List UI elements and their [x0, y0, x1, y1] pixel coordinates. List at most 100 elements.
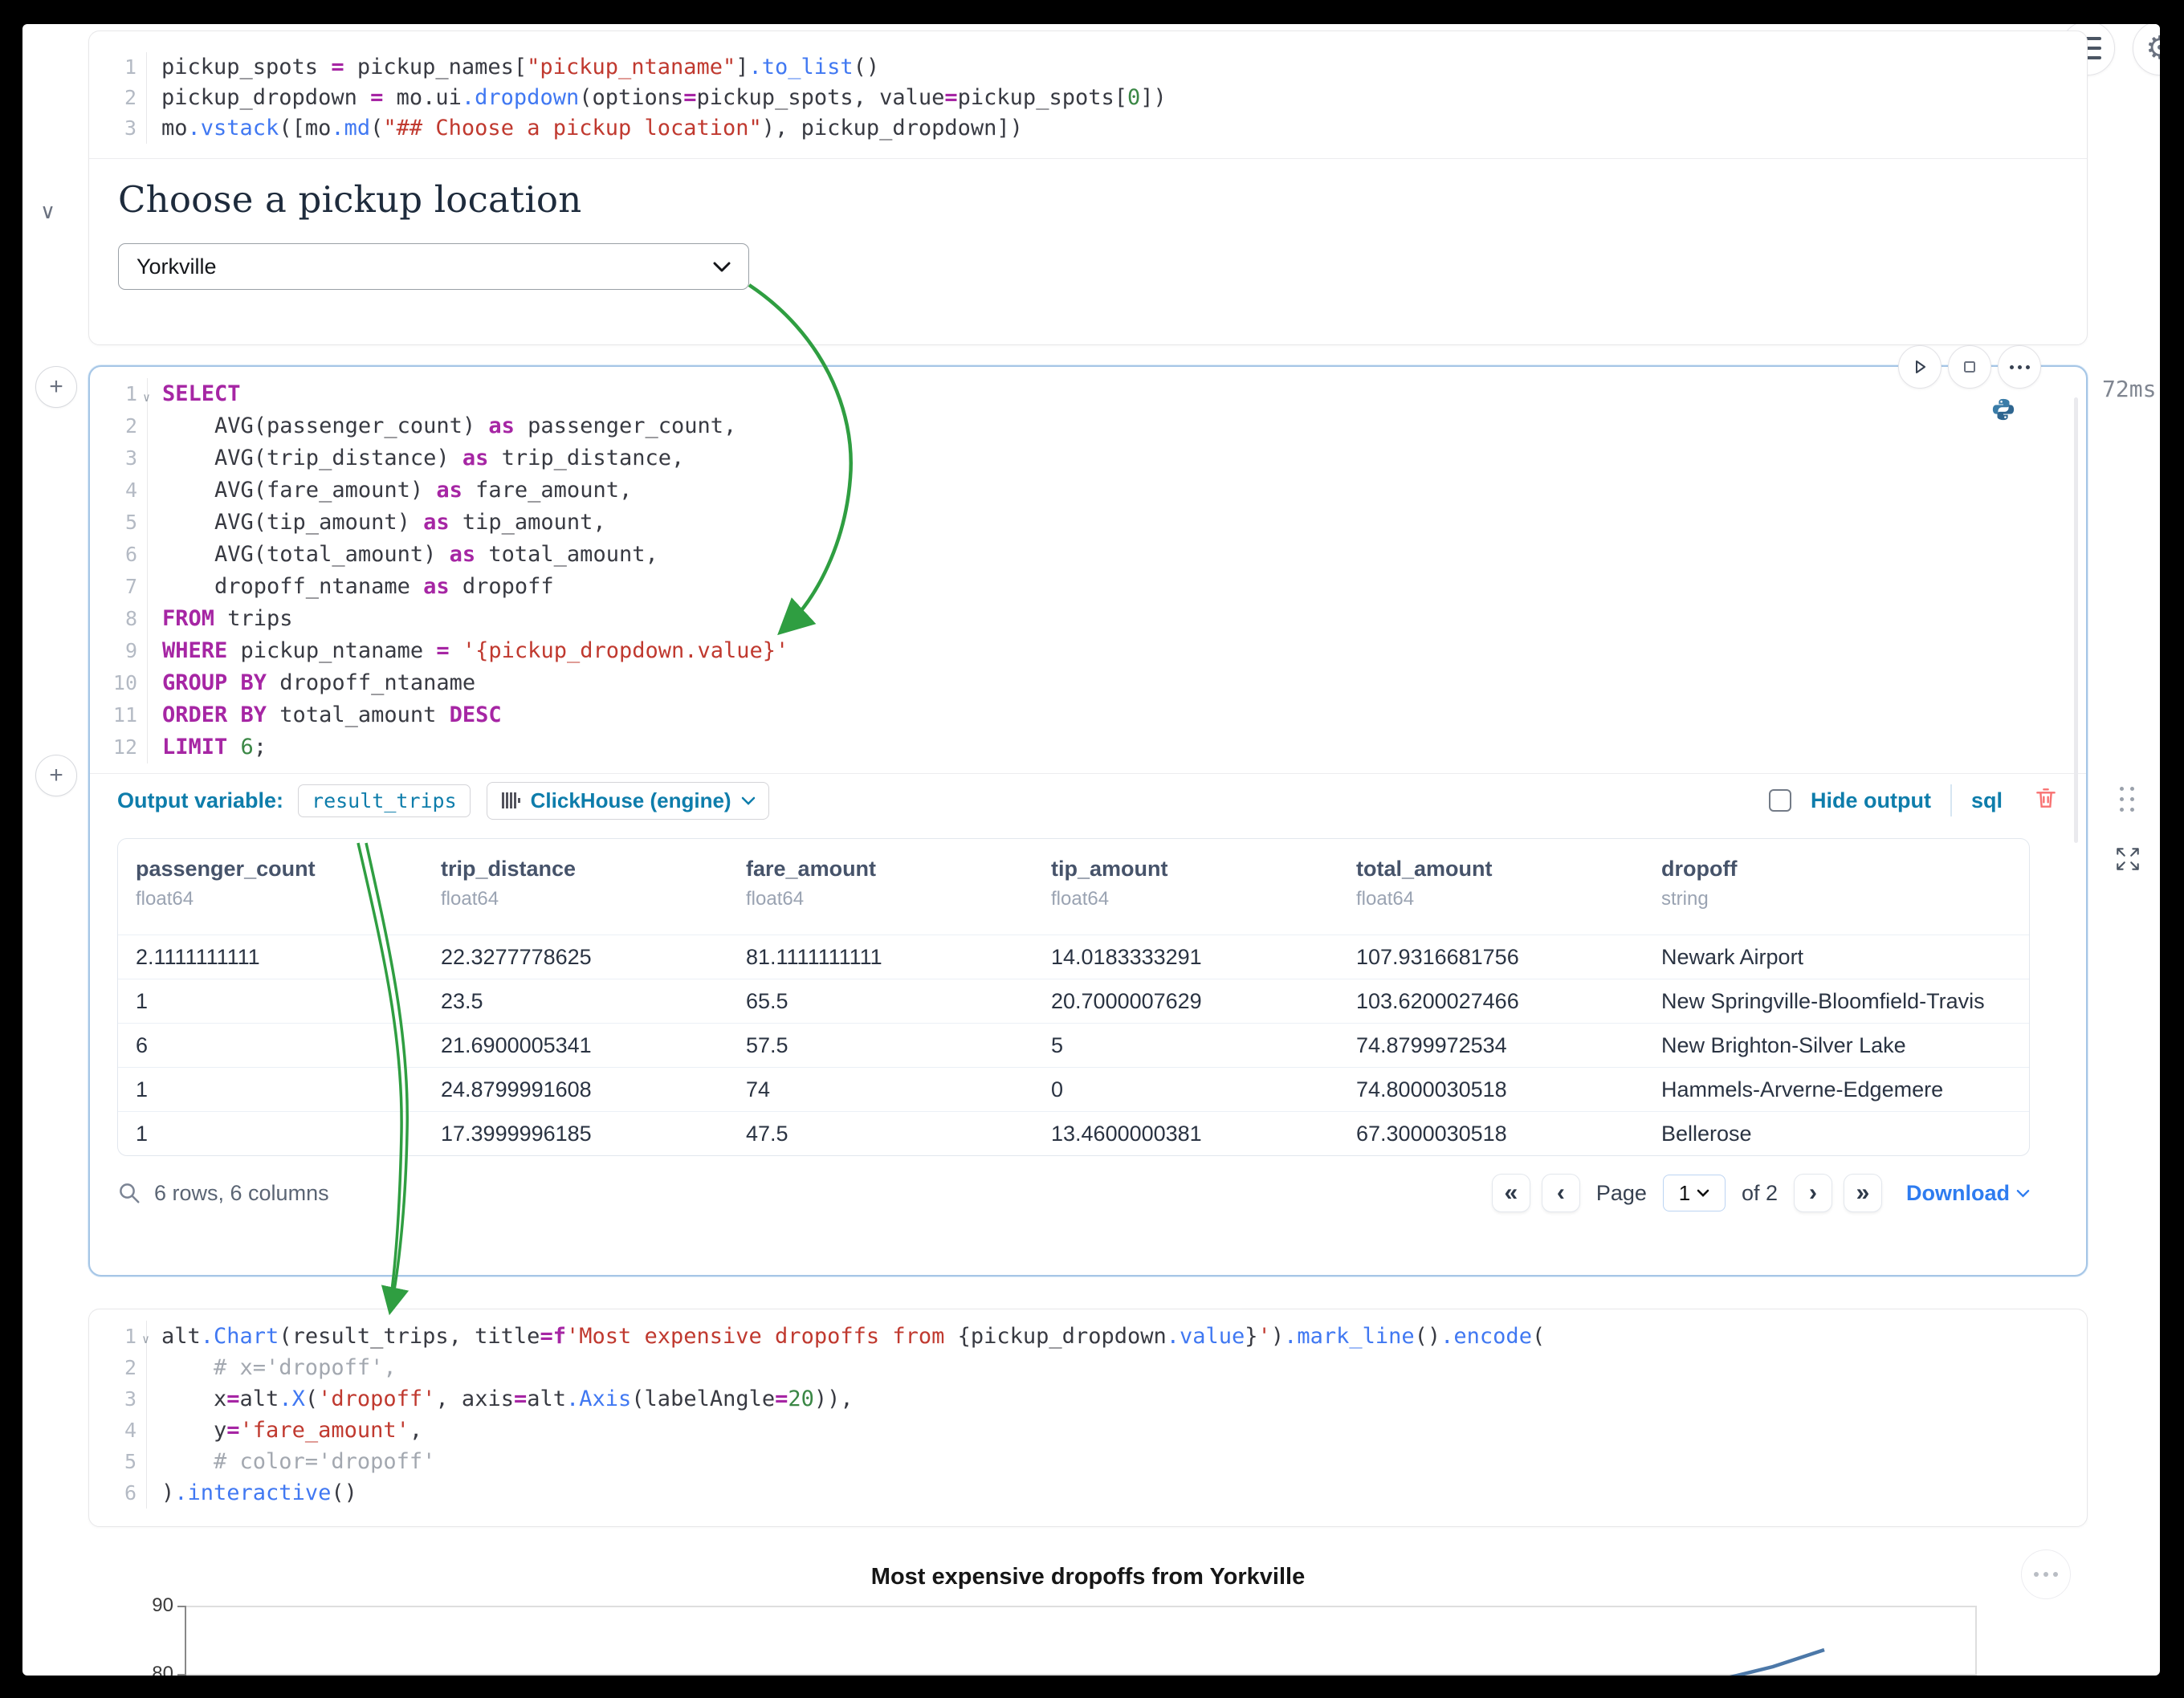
- line-number: 2: [90, 410, 148, 442]
- table-cell: 22.3277778625: [423, 935, 728, 979]
- table-cell: New Brighton-Silver Lake: [1644, 1023, 2029, 1067]
- cell-collapse-chevron[interactable]: ∨: [40, 199, 55, 224]
- chart-more-button[interactable]: [2021, 1549, 2071, 1599]
- line-number: 10: [90, 667, 148, 699]
- code-text: SELECT: [148, 378, 241, 410]
- table-cell: 1: [118, 1067, 423, 1111]
- table-row[interactable]: 117.399999618547.513.460000038167.300003…: [118, 1111, 2029, 1155]
- delete-cell-button[interactable]: [2033, 785, 2059, 816]
- code-line[interactable]: 9WHERE pickup_ntaname = '{pickup_dropdow…: [90, 635, 2086, 667]
- table-cell: 24.8799991608: [423, 1067, 728, 1111]
- table-cell: 13.4600000381: [1033, 1111, 1339, 1155]
- fullscreen-icon: [2113, 845, 2142, 873]
- sql-cell[interactable]: 1∨SELECT2 AVG(passenger_count) as passen…: [88, 365, 2088, 1277]
- gear-icon: ⚙: [2145, 30, 2160, 67]
- code-text: AVG(tip_amount) as tip_amount,: [148, 507, 606, 539]
- code-editor[interactable]: 1∨alt.Chart(result_trips, title=f'Most e…: [89, 1309, 2087, 1509]
- code-line[interactable]: 6).interactive(): [89, 1477, 2087, 1509]
- pickup-location-dropdown[interactable]: Yorkville: [118, 243, 749, 290]
- fold-chevron-icon[interactable]: ∨: [142, 1324, 149, 1355]
- language-badge[interactable]: sql: [1971, 788, 2003, 813]
- stop-cell-button[interactable]: [1948, 345, 1991, 389]
- page-select[interactable]: 1: [1663, 1175, 1726, 1211]
- y-tick-80: 80: [127, 1663, 173, 1676]
- table-cell: 1: [118, 979, 423, 1023]
- code-text: alt.Chart(result_trips, title=f'Most exp…: [147, 1321, 1545, 1352]
- add-cell-button-top[interactable]: +: [35, 366, 77, 408]
- table-row[interactable]: 621.690000534157.5574.8799972534New Brig…: [118, 1023, 2029, 1067]
- code-line[interactable]: 3mo.vstack([mo.md("## Choose a pickup lo…: [89, 113, 2087, 144]
- code-text: AVG(trip_distance) as trip_distance,: [148, 442, 684, 474]
- hide-output-label[interactable]: Hide output: [1811, 788, 1931, 813]
- next-page-button[interactable]: ›: [1794, 1174, 1832, 1212]
- column-header[interactable]: dropoffstring: [1644, 839, 2029, 935]
- code-line[interactable]: 5 AVG(tip_amount) as tip_amount,: [90, 507, 2086, 539]
- drag-handle[interactable]: [2120, 787, 2134, 812]
- column-header[interactable]: trip_distancefloat64: [423, 839, 728, 935]
- cell-scrollbar[interactable]: [2074, 397, 2078, 843]
- code-line[interactable]: 7 dropoff_ntaname as dropoff: [90, 571, 2086, 603]
- code-line[interactable]: 2 AVG(passenger_count) as passenger_coun…: [90, 410, 2086, 442]
- code-editor[interactable]: 1pickup_spots = pickup_names["pickup_nta…: [89, 31, 2087, 158]
- table-footer: 6 rows, 6 columns « ‹ Page 1 of 2 › » Do…: [117, 1174, 2030, 1212]
- engine-label: ClickHouse (engine): [531, 788, 731, 813]
- code-line[interactable]: 8FROM trips: [90, 603, 2086, 635]
- last-page-button[interactable]: »: [1844, 1174, 1882, 1212]
- table-row[interactable]: 124.879999160874074.8000030518Hammels-Ar…: [118, 1067, 2029, 1111]
- search-icon[interactable]: [117, 1181, 141, 1205]
- code-text: mo.vstack([mo.md("## Choose a pickup loc…: [147, 113, 1023, 144]
- output-variable-name[interactable]: result_trips: [298, 784, 471, 817]
- code-line[interactable]: 11ORDER BY total_amount DESC: [90, 699, 2086, 731]
- code-text: pickup_dropdown = mo.ui.dropdown(options…: [147, 83, 1167, 113]
- code-line[interactable]: 4 y='fare_amount',: [89, 1415, 2087, 1446]
- output-heading: Choose a pickup location: [118, 178, 2087, 221]
- run-cell-button[interactable]: [1898, 345, 1942, 389]
- chevron-down-icon: [741, 796, 756, 805]
- code-line[interactable]: 5 # color='dropoff': [89, 1446, 2087, 1477]
- gridline-80: [185, 1674, 1975, 1676]
- line-number: 1: [89, 52, 147, 83]
- code-line[interactable]: 2 # x='dropoff',: [89, 1352, 2087, 1383]
- fold-chevron-icon[interactable]: ∨: [143, 381, 150, 413]
- sql-editor[interactable]: 1∨SELECT2 AVG(passenger_count) as passen…: [90, 367, 2086, 763]
- code-line[interactable]: 6 AVG(total_amount) as total_amount,: [90, 539, 2086, 571]
- code-line[interactable]: 10GROUP BY dropoff_ntaname: [90, 667, 2086, 699]
- column-header[interactable]: tip_amountfloat64: [1033, 839, 1339, 935]
- add-cell-button-bottom[interactable]: +: [35, 755, 77, 796]
- code-line[interactable]: 1pickup_spots = pickup_names["pickup_nta…: [89, 52, 2087, 83]
- column-header[interactable]: passenger_countfloat64: [118, 839, 423, 935]
- code-text: # color='dropoff': [147, 1446, 435, 1477]
- code-line[interactable]: 1∨SELECT: [90, 378, 2086, 410]
- table-cell: 65.5: [728, 979, 1033, 1023]
- python-cell-dropdown[interactable]: 1pickup_spots = pickup_names["pickup_nta…: [88, 31, 2088, 345]
- code-line[interactable]: 1∨alt.Chart(result_trips, title=f'Most e…: [89, 1321, 2087, 1352]
- python-cell-chart[interactable]: 1∨alt.Chart(result_trips, title=f'Most e…: [88, 1309, 2088, 1527]
- code-line[interactable]: 12LIMIT 6;: [90, 731, 2086, 763]
- cell-action-buttons: [1898, 345, 2041, 389]
- markdown-output: Choose a pickup location Yorkville: [89, 159, 2087, 290]
- column-header[interactable]: fare_amountfloat64: [728, 839, 1033, 935]
- engine-selector[interactable]: ClickHouse (engine): [487, 782, 769, 820]
- code-text: WHERE pickup_ntaname = '{pickup_dropdown…: [148, 635, 788, 667]
- cell-more-button[interactable]: [1998, 345, 2041, 389]
- code-text: x=alt.X('dropoff', axis=alt.Axis(labelAn…: [147, 1383, 854, 1415]
- download-button[interactable]: Download: [1906, 1181, 2030, 1206]
- settings-button[interactable]: ⚙: [2133, 24, 2160, 75]
- table-cell: Hammels-Arverne-Edgemere: [1644, 1067, 2029, 1111]
- prev-page-button[interactable]: ‹: [1542, 1174, 1580, 1212]
- table-cell: 74.8799972534: [1339, 1023, 1644, 1067]
- line-number: 6: [90, 539, 148, 571]
- line-number: 1∨: [90, 378, 148, 410]
- table-row[interactable]: 123.565.520.7000007629103.6200027466New …: [118, 979, 2029, 1023]
- python-logo-icon: [1991, 397, 2015, 426]
- code-line[interactable]: 4 AVG(fare_amount) as fare_amount,: [90, 474, 2086, 507]
- code-line[interactable]: 3 AVG(trip_distance) as trip_distance,: [90, 442, 2086, 474]
- column-header[interactable]: total_amountfloat64: [1339, 839, 1644, 935]
- expand-cell-button[interactable]: [2113, 845, 2142, 878]
- first-page-button[interactable]: «: [1492, 1174, 1530, 1212]
- table-row[interactable]: 2.111111111122.327777862581.111111111114…: [118, 935, 2029, 979]
- hide-output-checkbox[interactable]: [1769, 789, 1791, 812]
- page-total: of 2: [1742, 1181, 1778, 1206]
- code-line[interactable]: 3 x=alt.X('dropoff', axis=alt.Axis(label…: [89, 1383, 2087, 1415]
- code-line[interactable]: 2pickup_dropdown = mo.ui.dropdown(option…: [89, 83, 2087, 113]
